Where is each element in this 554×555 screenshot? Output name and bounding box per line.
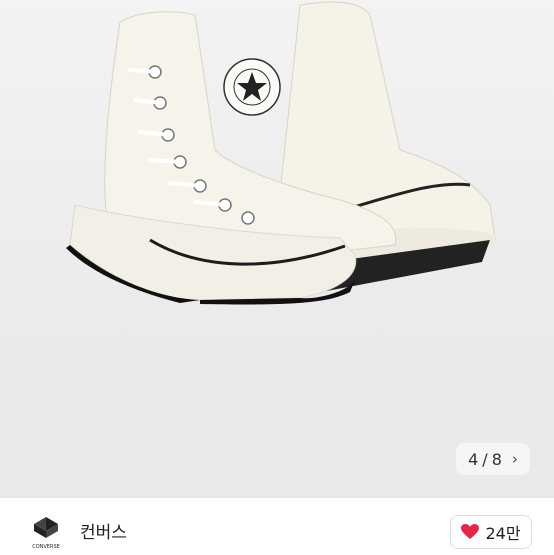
total-image-count: 8 <box>491 449 502 469</box>
sneaker-illustration <box>66 1 496 305</box>
current-image-number: 4 <box>468 449 479 469</box>
converse-logo[interactable]: CONVERSE <box>26 512 66 552</box>
counter-separator: / <box>482 449 488 469</box>
chevron-right-icon[interactable]: › <box>512 450 518 468</box>
heart-icon <box>461 524 480 539</box>
like-count: 24만 <box>485 524 521 543</box>
seller-bar: CONVERSE 컨버스 24만 <box>0 497 554 555</box>
logo-text: CONVERSE <box>32 544 60 550</box>
brand-name[interactable]: 컨버스 <box>80 518 127 543</box>
image-counter[interactable]: 4 / 8 › <box>456 443 530 475</box>
product-image[interactable]: 4 / 8 › <box>0 0 554 497</box>
like-button[interactable]: 24만 <box>450 515 532 549</box>
